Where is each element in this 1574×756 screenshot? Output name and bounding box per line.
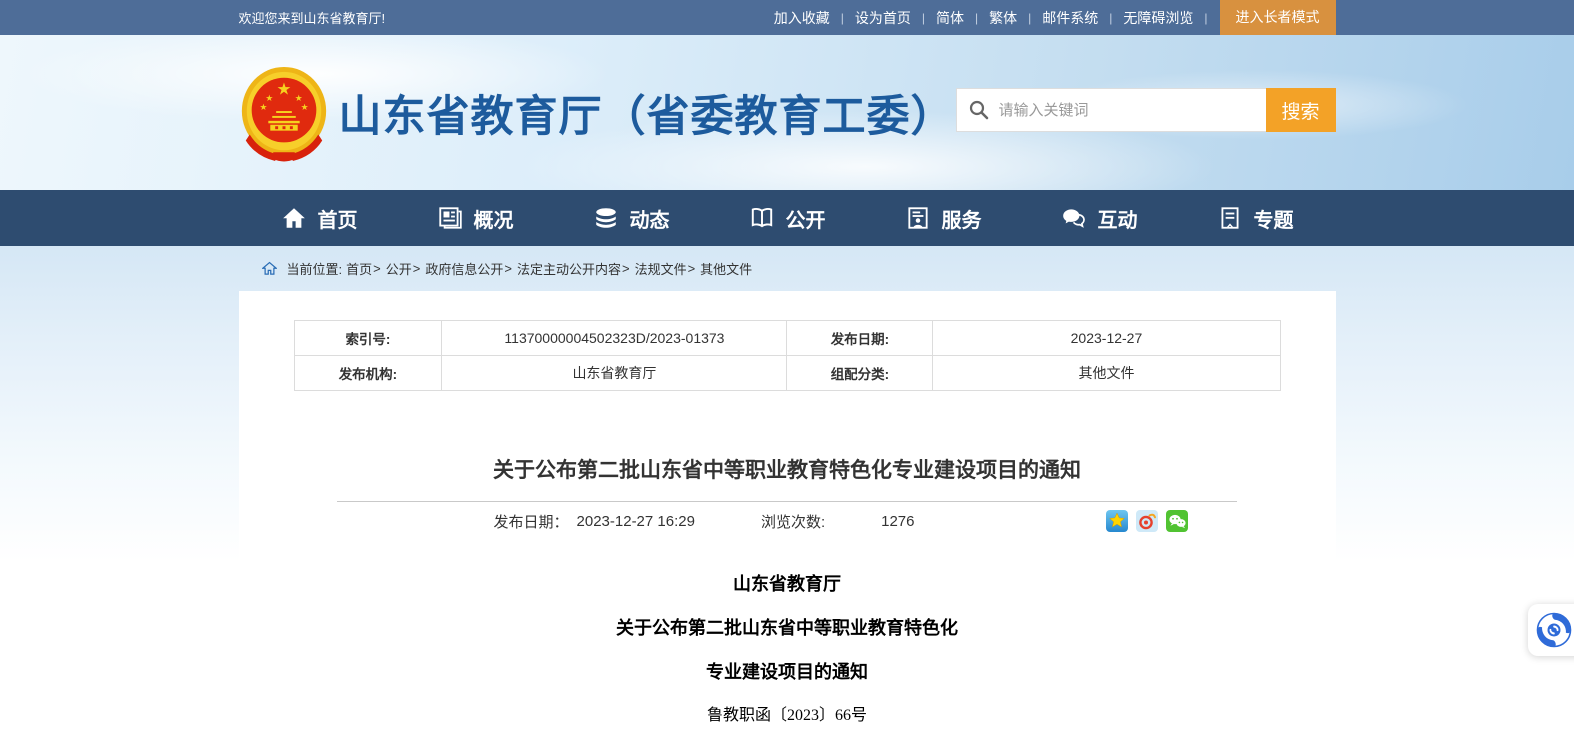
breadcrumb-item-proactive[interactable]: 法定主动公开内容 bbox=[517, 259, 621, 278]
nav-item-interaction[interactable]: 互动 bbox=[1061, 204, 1138, 233]
publisher-value: 山东省教育厅 bbox=[442, 356, 787, 391]
breadcrumb-item-regulations[interactable]: 法规文件 bbox=[635, 259, 687, 278]
publish-date-value: 2023-12-27 bbox=[933, 321, 1280, 356]
separator: | bbox=[1204, 11, 1207, 25]
breadcrumb-separator: > bbox=[688, 261, 696, 276]
wechat-share-icon[interactable] bbox=[1166, 510, 1188, 532]
breadcrumb: 当前位置: 首页 > 公开 > 政府信息公开 > 法定主动公开内容 > 法规文件… bbox=[239, 246, 1336, 291]
svg-text:★: ★ bbox=[300, 102, 308, 112]
article-body-line: 专业建设项目的通知 bbox=[239, 650, 1336, 694]
topics-icon bbox=[1217, 205, 1243, 231]
table-row: 发布机构: 山东省教育厅 组配分类: 其他文件 bbox=[294, 356, 1280, 391]
document-info-table: 索引号: 11370000004502323D/2023-01373 发布日期:… bbox=[294, 320, 1281, 391]
national-emblem-icon: ★ ★ ★ ★ ★ bbox=[239, 64, 329, 162]
nav-item-disclosure[interactable]: 公开 bbox=[749, 204, 826, 233]
page-body: 当前位置: 首页 > 公开 > 政府信息公开 > 法定主动公开内容 > 法规文件… bbox=[0, 246, 1574, 756]
simplified-chinese-link[interactable]: 简体 bbox=[925, 8, 975, 28]
search-icon bbox=[968, 99, 990, 121]
welcome-text: 欢迎您来到山东省教育厅! bbox=[239, 8, 386, 27]
category-label: 组配分类: bbox=[787, 356, 933, 391]
publish-date-label: 发布日期： bbox=[494, 511, 569, 532]
chat-icon bbox=[1061, 205, 1087, 231]
add-favorite-link[interactable]: 加入收藏 bbox=[763, 8, 841, 28]
breadcrumb-item-disclosure[interactable]: 公开 bbox=[386, 259, 412, 278]
nav-item-news[interactable]: 动态 bbox=[593, 204, 670, 233]
accessibility-link[interactable]: 无障碍浏览 bbox=[1112, 8, 1204, 28]
article-meta: 发布日期： 2023-12-27 16:29 浏览次数: 1276 bbox=[239, 502, 1336, 540]
gov-service-icon bbox=[1536, 612, 1572, 648]
breadcrumb-separator: > bbox=[413, 261, 421, 276]
overview-icon bbox=[437, 205, 463, 231]
article-body: 山东省教育厅 关于公布第二批山东省中等职业教育特色化 专业建设项目的通知 鲁教职… bbox=[239, 562, 1336, 738]
top-utility-bar: 欢迎您来到山东省教育厅! 加入收藏 | 设为首页 | 简体 | 繁体 | 邮件系… bbox=[0, 0, 1574, 35]
service-icon bbox=[905, 205, 931, 231]
publish-date-value: 2023-12-27 16:29 bbox=[577, 513, 695, 530]
breadcrumb-separator: > bbox=[622, 261, 630, 276]
site-header: ★ ★ ★ ★ ★ 山东省教育厅（省委教育工委） bbox=[0, 35, 1574, 190]
open-book-icon bbox=[749, 205, 775, 231]
main-navigation: 首页 概况 动态 公开 bbox=[0, 190, 1574, 246]
set-homepage-link[interactable]: 设为首页 bbox=[844, 8, 922, 28]
site-title: 山东省教育厅（省委教育工委） bbox=[339, 82, 955, 144]
nav-item-home[interactable]: 首页 bbox=[281, 204, 358, 233]
index-number-label: 索引号: bbox=[294, 321, 442, 356]
views-value: 1276 bbox=[881, 513, 914, 530]
search-input[interactable] bbox=[956, 88, 1266, 132]
views-label: 浏览次数: bbox=[761, 511, 825, 532]
article-body-line: 山东省教育厅 bbox=[239, 562, 1336, 606]
nav-item-topics[interactable]: 专题 bbox=[1217, 204, 1294, 233]
home-icon[interactable] bbox=[262, 261, 277, 276]
breadcrumb-item-home[interactable]: 首页 bbox=[346, 259, 372, 278]
elder-mode-button[interactable]: 进入长者模式 bbox=[1220, 0, 1336, 35]
breadcrumb-separator: > bbox=[373, 261, 381, 276]
category-value: 其他文件 bbox=[933, 356, 1280, 391]
breadcrumb-label: 当前位置: bbox=[287, 259, 343, 278]
publish-date-label: 发布日期: bbox=[787, 321, 933, 356]
document-number: 鲁教职函〔2023〕66号 bbox=[239, 694, 1336, 738]
publisher-label: 发布机构: bbox=[294, 356, 442, 391]
nav-item-services[interactable]: 服务 bbox=[905, 204, 982, 233]
content-panel: 索引号: 11370000004502323D/2023-01373 发布日期:… bbox=[239, 291, 1336, 756]
qzone-share-icon[interactable] bbox=[1106, 510, 1128, 532]
mail-system-link[interactable]: 邮件系统 bbox=[1031, 8, 1109, 28]
home-icon bbox=[281, 205, 307, 231]
top-links: 加入收藏 | 设为首页 | 简体 | 繁体 | 邮件系统 | 无障碍浏览 | 进… bbox=[763, 0, 1336, 35]
svg-text:★: ★ bbox=[276, 79, 291, 98]
nav-item-overview[interactable]: 概况 bbox=[437, 204, 514, 233]
share-buttons bbox=[1106, 510, 1188, 532]
index-number-value: 11370000004502323D/2023-01373 bbox=[442, 321, 787, 356]
table-row: 索引号: 11370000004502323D/2023-01373 发布日期:… bbox=[294, 321, 1280, 356]
article-body-line: 关于公布第二批山东省中等职业教育特色化 bbox=[239, 606, 1336, 650]
traditional-chinese-link[interactable]: 繁体 bbox=[978, 8, 1028, 28]
gov-service-float-button[interactable] bbox=[1528, 604, 1574, 656]
breadcrumb-separator: > bbox=[504, 261, 512, 276]
weibo-share-icon[interactable] bbox=[1136, 510, 1158, 532]
breadcrumb-item-gov-info[interactable]: 政府信息公开 bbox=[425, 259, 503, 278]
breadcrumb-item-other-docs[interactable]: 其他文件 bbox=[700, 259, 752, 278]
news-stack-icon bbox=[593, 205, 619, 231]
search-button[interactable]: 搜索 bbox=[1266, 88, 1336, 132]
search-box: 搜索 bbox=[956, 88, 1336, 132]
svg-text:★: ★ bbox=[259, 102, 267, 112]
